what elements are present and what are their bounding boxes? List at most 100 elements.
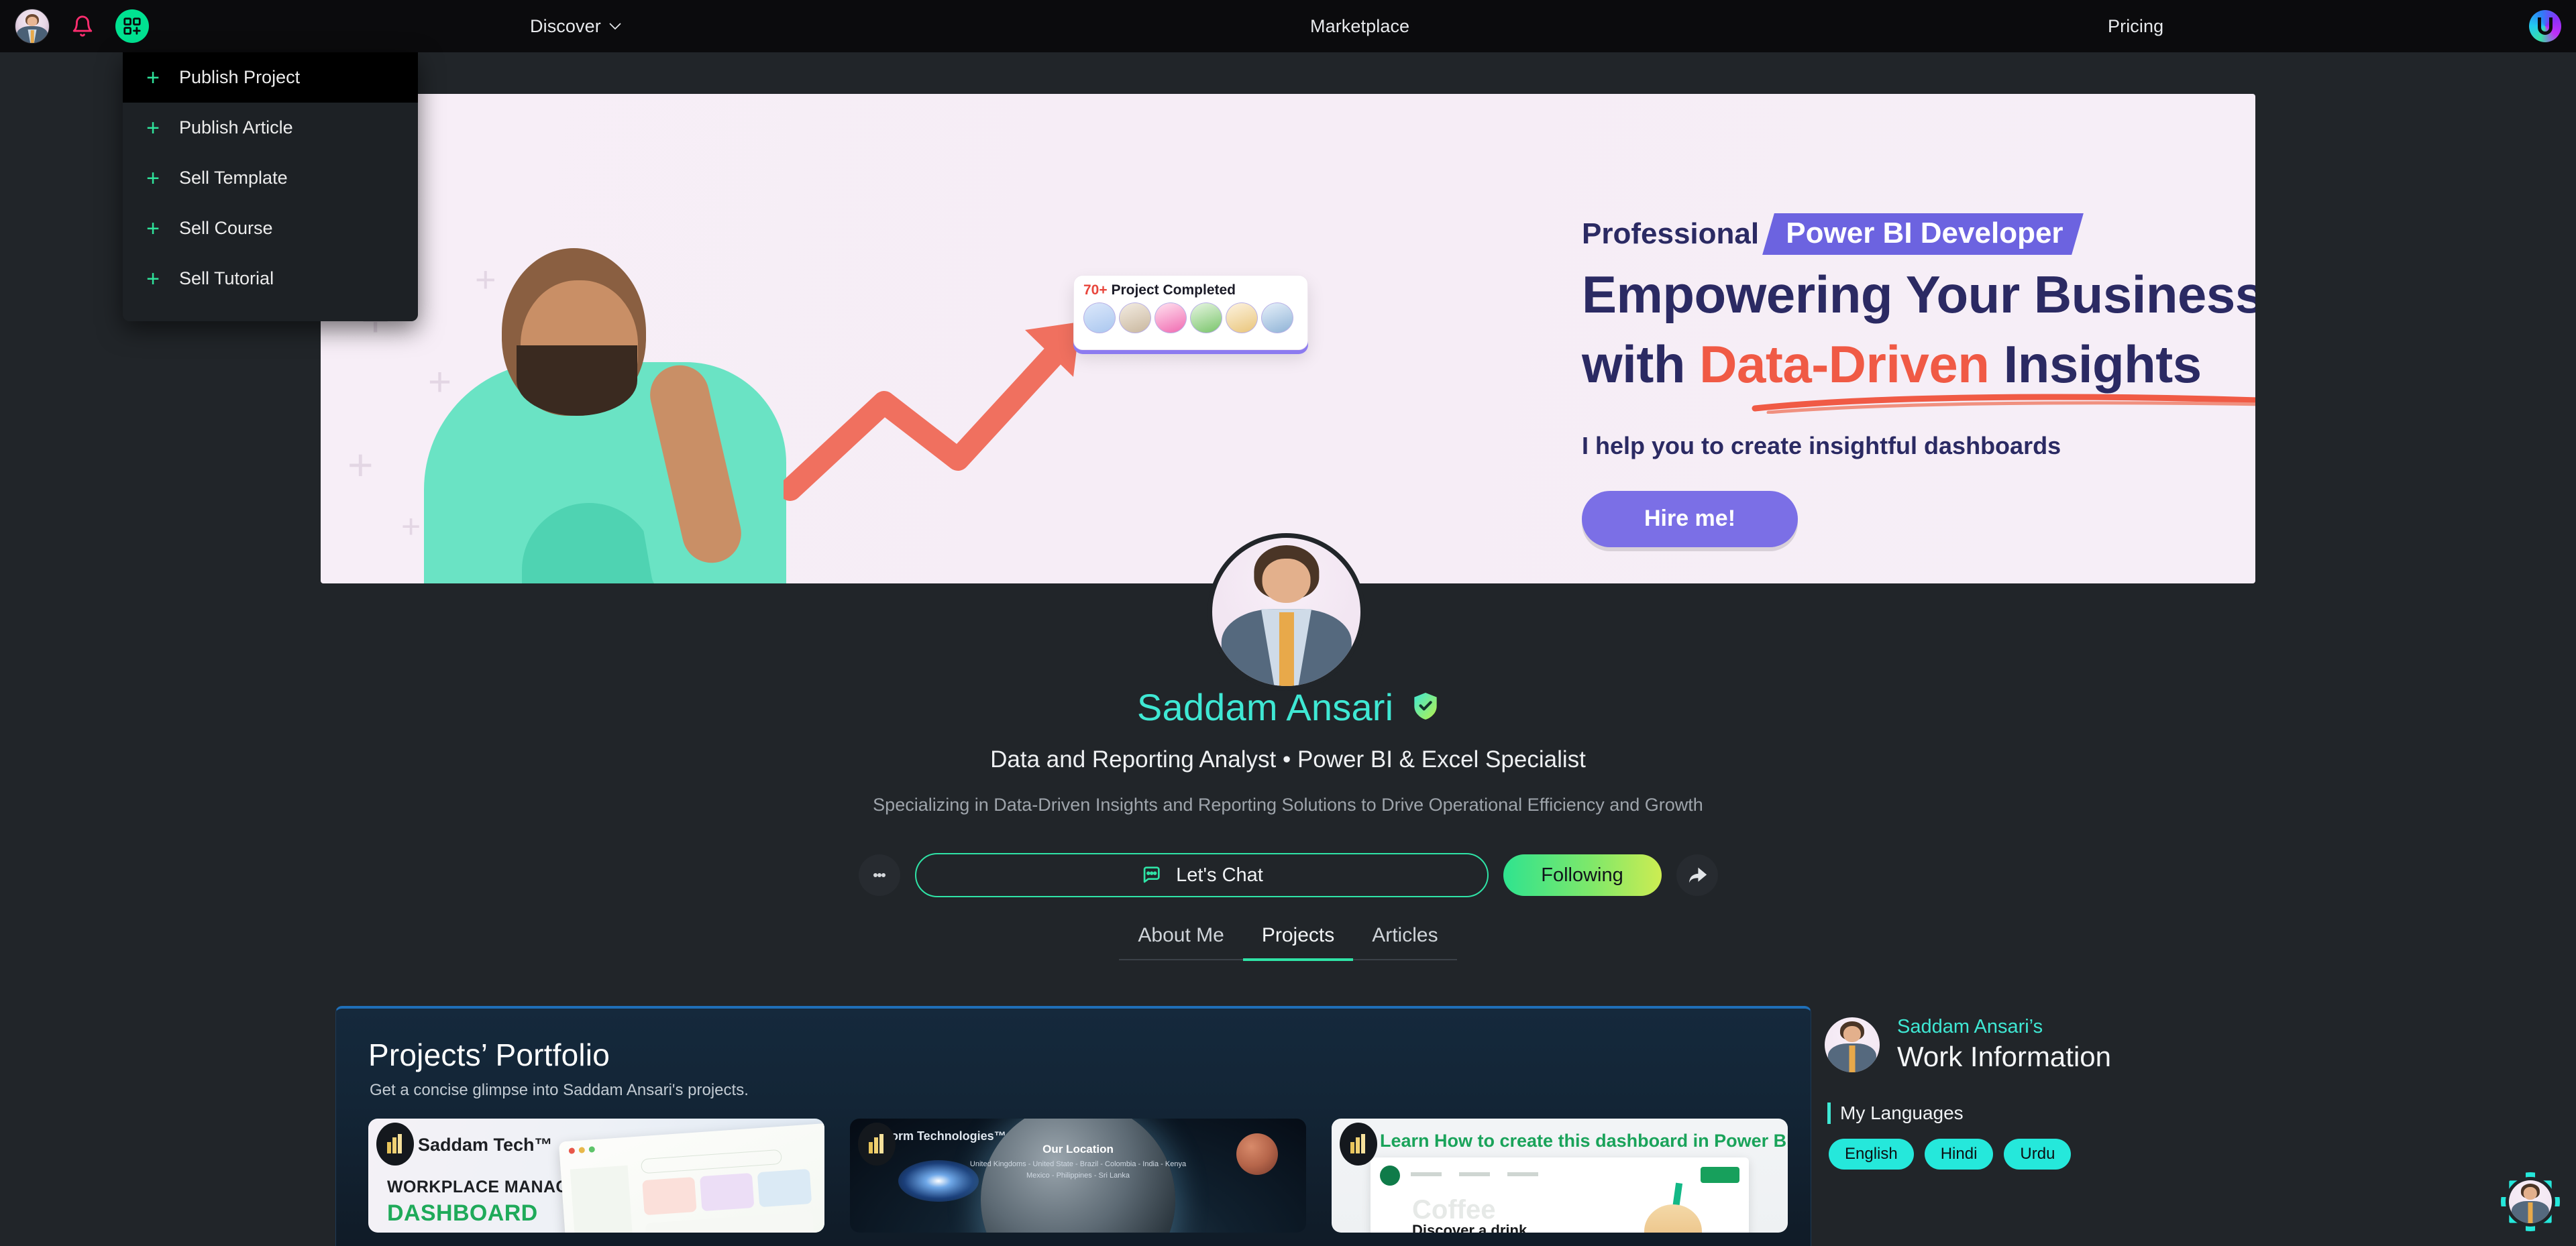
screenshot-heading: Discover a drink bbox=[1412, 1222, 1527, 1233]
headline-accent: Data-Driven bbox=[1699, 335, 1990, 394]
more-options-button[interactable] bbox=[858, 854, 900, 896]
profile-name-text: Saddam Ansari bbox=[1136, 686, 1394, 728]
avatar[interactable] bbox=[1825, 1017, 1880, 1072]
project-card[interactable]: Learn How to create this dashboard in Po… bbox=[1332, 1119, 1788, 1233]
project-card-line2: DASHBOARD bbox=[387, 1200, 538, 1226]
plus-icon: + bbox=[146, 115, 160, 141]
top-navigation-bar: Discover Marketplace Pricing bbox=[0, 0, 2576, 52]
plus-icon: + bbox=[146, 64, 160, 91]
share-button[interactable] bbox=[1676, 854, 1718, 896]
projects-completed-text: 70+ Project Completed bbox=[1083, 282, 1298, 298]
share-arrow-icon bbox=[1688, 867, 1707, 883]
nav-link-marketplace-label: Marketplace bbox=[1310, 15, 1410, 36]
projects-completed-label: Project Completed bbox=[1111, 282, 1236, 298]
avatar[interactable] bbox=[15, 9, 50, 44]
project-card-list: Saddam Tech™ WORKPLACE MANAGEMENT DASHBO… bbox=[368, 1119, 1811, 1233]
menu-item-sell-tutorial-label: Sell Tutorial bbox=[179, 268, 274, 288]
headline-post: Insights bbox=[1989, 335, 2202, 394]
app-root: Discover Marketplace Pricing + Publish P… bbox=[0, 0, 2576, 1246]
project-card[interactable]: Saddam Tech™ WORKPLACE MANAGEMENT DASHBO… bbox=[368, 1119, 824, 1233]
page-title: Saddam Ansari bbox=[0, 685, 2576, 735]
countries-line-2: Mexico - Philippines - Sri Lanka bbox=[1026, 1171, 1130, 1180]
floating-chat-avatar-button[interactable] bbox=[2501, 1172, 2560, 1231]
menu-item-publish-project[interactable]: + Publish Project bbox=[123, 52, 418, 103]
nav-link-discover-label: Discover bbox=[530, 15, 601, 36]
profile-tagline: Specializing in Data-Driven Insights and… bbox=[873, 795, 1703, 815]
nav-left-group bbox=[15, 0, 149, 52]
banner-subtitle: I help you to create insightful dashboar… bbox=[1582, 431, 2061, 459]
tab-projects[interactable]: Projects bbox=[1242, 924, 1354, 961]
plus-icon: + bbox=[146, 215, 160, 241]
avatar bbox=[2509, 1180, 2552, 1223]
menu-item-publish-project-label: Publish Project bbox=[179, 67, 301, 87]
projects-portfolio-panel: Projects’ Portfolio Get a concise glimps… bbox=[335, 1006, 1811, 1246]
work-info-header: Saddam Ansari’s Work Information bbox=[1825, 1016, 2321, 1073]
following-button[interactable]: Following bbox=[1503, 854, 1662, 896]
banner-kicker-plain: Professional bbox=[1582, 217, 1760, 250]
project-card-screenshot: Coffee Discover a drink bbox=[1371, 1157, 1749, 1233]
projects-completed-count: 70+ bbox=[1083, 282, 1108, 298]
headline-pre: with bbox=[1582, 335, 1700, 394]
banner-headline-line2: with Data-Driven Insights bbox=[1582, 334, 2255, 394]
language-chip-urdu[interactable]: Urdu bbox=[2004, 1139, 2072, 1170]
menu-item-publish-article[interactable]: + Publish Article bbox=[123, 103, 418, 153]
power-bi-icon bbox=[1340, 1123, 1377, 1166]
menu-item-sell-template-label: Sell Template bbox=[179, 168, 288, 188]
profile-tabs: About Me Projects Articles bbox=[0, 924, 2576, 961]
nav-link-pricing[interactable]: Pricing bbox=[2108, 0, 2163, 52]
project-card-brand: Saddam Tech™ bbox=[418, 1135, 553, 1155]
portfolio-subtitle: Get a concise glimpse into Saddam Ansari… bbox=[370, 1081, 749, 1099]
banner-copy: Professional Power BI Developer Empoweri… bbox=[1582, 213, 2255, 547]
menu-item-sell-tutorial[interactable]: + Sell Tutorial bbox=[123, 253, 418, 304]
profile-banner[interactable]: + + + + + + 70+ Project Completed bbox=[321, 94, 2255, 583]
profile-role: Data and Reporting Analyst • Power BI & … bbox=[990, 746, 1586, 773]
publish-dropdown-menu: + Publish Project + Publish Article + Se… bbox=[123, 52, 418, 321]
tab-articles[interactable]: Articles bbox=[1353, 924, 1456, 961]
menu-item-sell-course[interactable]: + Sell Course bbox=[123, 203, 418, 253]
menu-item-sell-template[interactable]: + Sell Template bbox=[123, 153, 418, 203]
power-bi-icon bbox=[376, 1123, 414, 1166]
plus-icon: + bbox=[146, 266, 160, 292]
power-bi-icon bbox=[858, 1123, 896, 1166]
work-info-owner: Saddam Ansari’s bbox=[1897, 1016, 2043, 1037]
profile-action-bar: Let's Chat Following bbox=[0, 853, 2576, 897]
menu-item-publish-article-label: Publish Article bbox=[179, 117, 293, 137]
banner-headline-line1: Empowering Your Business bbox=[1582, 265, 2255, 324]
language-chip-english[interactable]: English bbox=[1829, 1139, 1914, 1170]
starbucks-logo-icon bbox=[1380, 1166, 1400, 1186]
project-card-heading: Learn How to create this dashboard in Po… bbox=[1380, 1131, 1788, 1151]
banner-person-illustration bbox=[401, 181, 817, 583]
chevron-down-icon bbox=[609, 23, 621, 30]
language-chip-list: English Hindi Urdu bbox=[1829, 1139, 2321, 1170]
chat-bubble-icon bbox=[1143, 866, 1160, 883]
banner-kicker-highlight: Power BI Developer bbox=[1762, 213, 2084, 255]
project-card-countries: United Kingdoms - United State - Brazil … bbox=[850, 1159, 1306, 1181]
nav-link-discover[interactable]: Discover bbox=[530, 0, 622, 52]
tab-about-me[interactable]: About Me bbox=[1119, 924, 1242, 961]
project-card[interactable]: Platform Technologies™ Our Location Unit… bbox=[850, 1119, 1306, 1233]
countries-line-1: United Kingdoms - United State - Brazil … bbox=[969, 1160, 1187, 1168]
headline-underline-stroke bbox=[1752, 394, 2255, 414]
project-card-screenshot bbox=[558, 1122, 824, 1233]
profile-avatar[interactable] bbox=[1208, 533, 1365, 691]
screenshot-ghost-text: Coffee bbox=[1412, 1195, 1496, 1225]
work-information-panel: Saddam Ansari’s Work Information My Lang… bbox=[1825, 1016, 2321, 1170]
language-chip-hindi[interactable]: Hindi bbox=[1924, 1139, 1994, 1170]
plus-decoration: + bbox=[347, 440, 374, 490]
badge-thumbnails bbox=[1083, 302, 1298, 333]
add-grid-icon[interactable] bbox=[115, 9, 149, 43]
lets-chat-label: Let's Chat bbox=[1176, 864, 1263, 886]
notifications-bell-icon[interactable] bbox=[67, 9, 98, 43]
lets-chat-button[interactable]: Let's Chat bbox=[914, 853, 1489, 897]
hire-me-button[interactable]: Hire me! bbox=[1582, 490, 1798, 547]
verified-badge-icon bbox=[1412, 686, 1439, 730]
my-languages-label: My Languages bbox=[1827, 1102, 2321, 1124]
plus-icon: + bbox=[146, 165, 160, 191]
brand-logo-icon[interactable] bbox=[2529, 10, 2561, 42]
banner-kicker: Professional Power BI Developer bbox=[1582, 213, 2255, 255]
portfolio-title: Projects’ Portfolio bbox=[368, 1037, 610, 1072]
work-info-title: Work Information bbox=[1897, 1041, 2111, 1072]
project-card-heading: Our Location bbox=[1042, 1143, 1114, 1155]
menu-item-sell-course-label: Sell Course bbox=[179, 218, 273, 238]
nav-link-marketplace[interactable]: Marketplace bbox=[1310, 0, 1409, 52]
